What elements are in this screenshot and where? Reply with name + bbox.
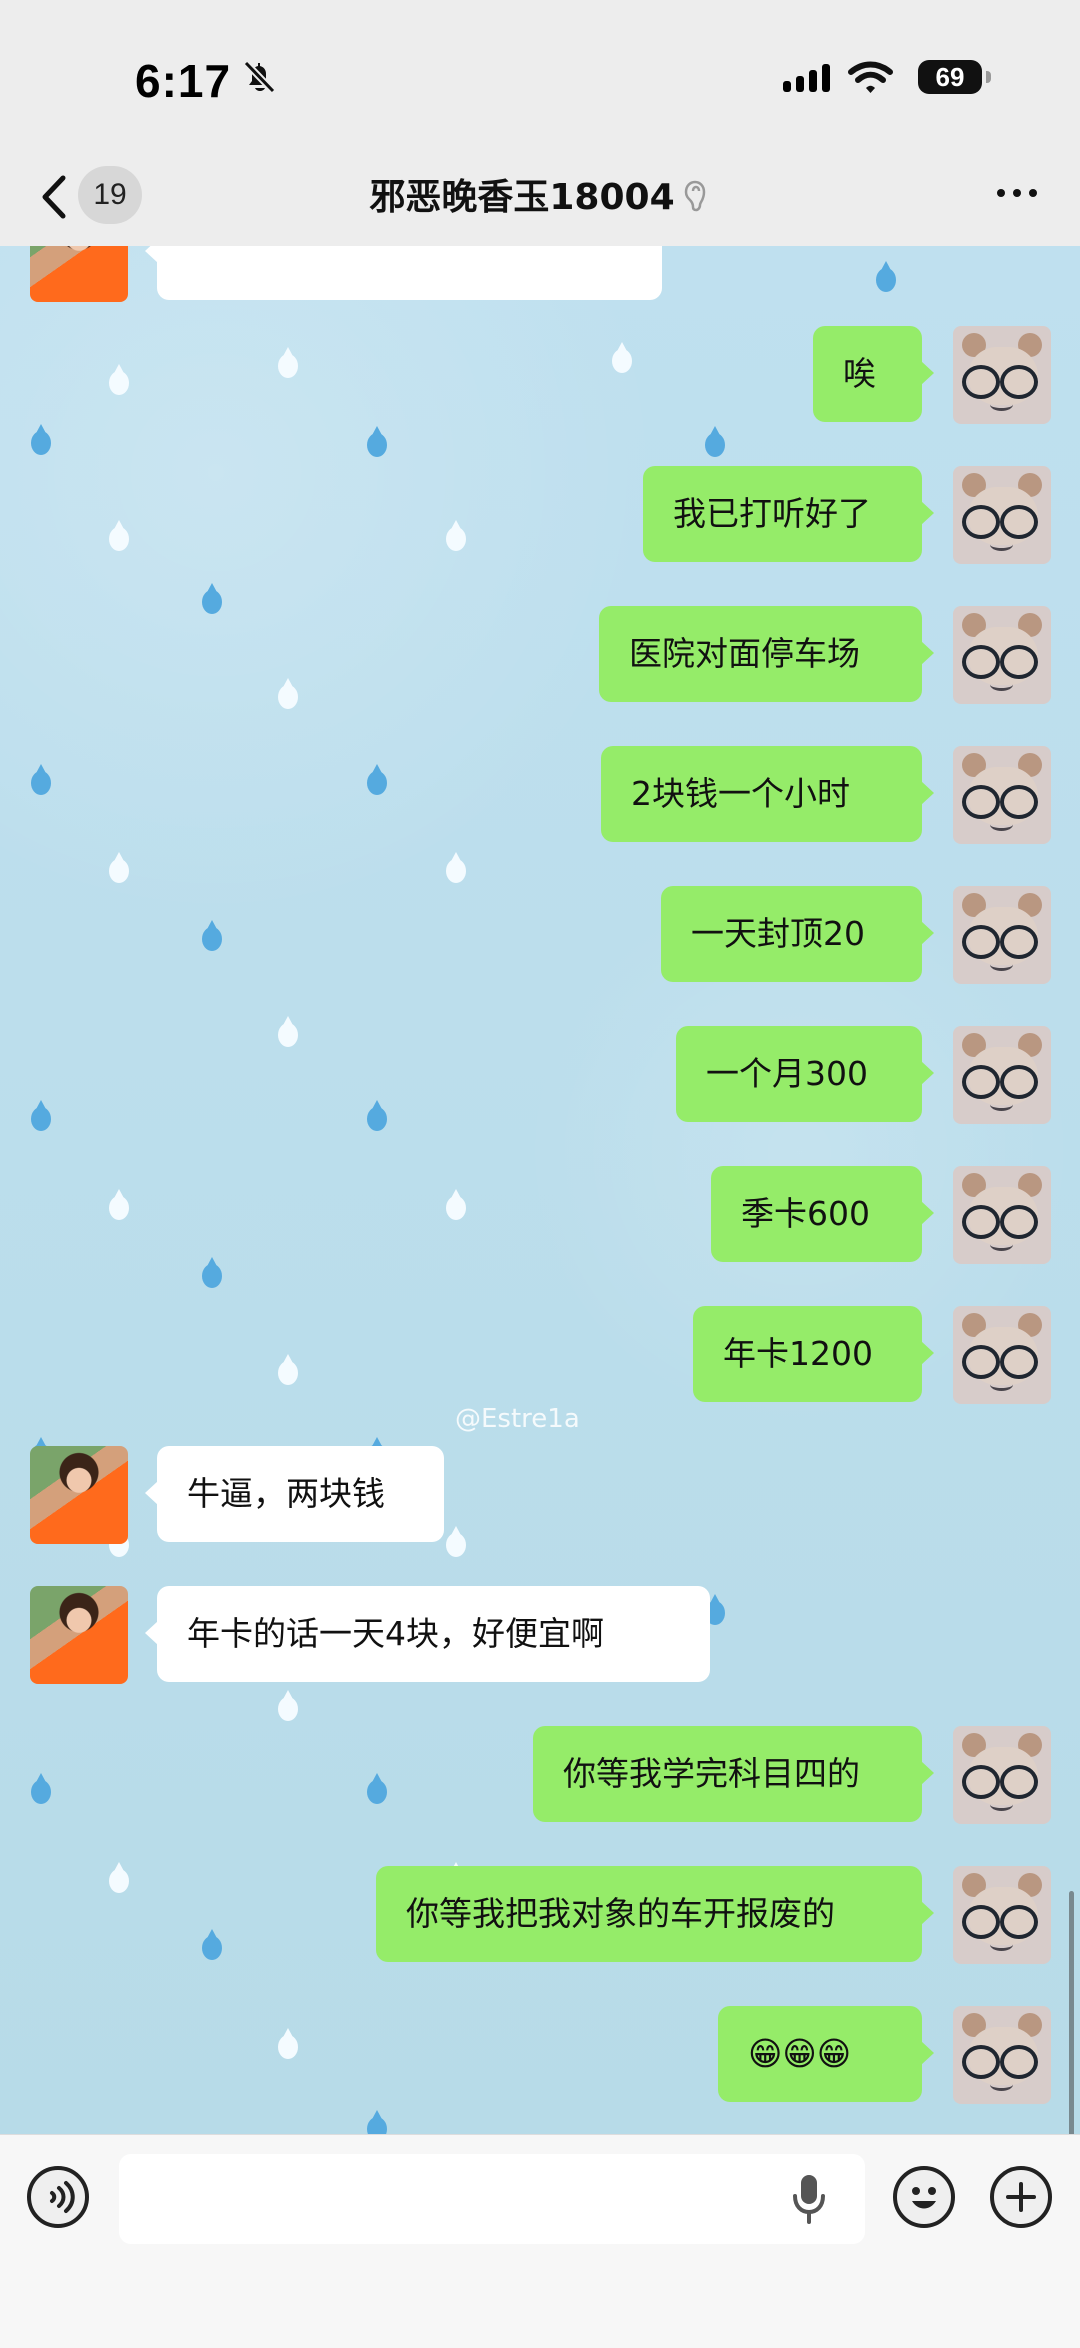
outgoing-message-bubble[interactable]: 😁😁😁	[718, 2006, 934, 2102]
outgoing-message-bubble[interactable]: 医院对面停车场	[599, 606, 934, 702]
incoming-message-bubble[interactable]: 年卡的话一天4块，好便宜啊	[145, 1586, 710, 1682]
status-time: 6:17	[135, 55, 232, 107]
outgoing-message-bubble[interactable]: 一个月300	[676, 1026, 934, 1122]
muted-bell-icon	[243, 60, 276, 94]
emoji-button[interactable]	[893, 2166, 955, 2228]
plus-icon	[1006, 2182, 1036, 2212]
voice-icon	[50, 2181, 75, 2213]
wallpaper-raindrop	[365, 764, 389, 798]
wallpaper-raindrop	[365, 426, 389, 460]
wallpaper-raindrop	[107, 852, 131, 886]
message-input[interactable]	[119, 2154, 865, 2244]
my-avatar[interactable]	[953, 466, 1051, 564]
wallpaper-raindrop	[107, 520, 131, 554]
my-avatar[interactable]	[953, 1306, 1051, 1404]
more-icon[interactable]	[996, 188, 1038, 198]
watermark-text: @Estre1a	[455, 1404, 580, 1434]
wallpaper-raindrop	[365, 2110, 389, 2134]
wallpaper-raindrop	[365, 1773, 389, 1807]
more-actions-button[interactable]	[990, 2166, 1052, 2228]
wallpaper-raindrop	[107, 1189, 131, 1223]
incoming-message-bubble[interactable]	[145, 246, 662, 300]
ear-icon	[684, 180, 705, 212]
cellular-signal-icon	[783, 62, 830, 92]
chat-header: 19 邪恶晚香玉18004	[0, 150, 1080, 247]
contact-avatar[interactable]	[30, 246, 128, 302]
wallpaper-raindrop	[29, 1100, 53, 1134]
chat-messages-area[interactable]: @Estre1a 唉 我已打听好了 医院对面停车场 2块钱一个小时 一天封顶20…	[0, 246, 1080, 2134]
wallpaper-raindrop	[276, 1016, 300, 1050]
outgoing-message-bubble[interactable]: 你等我学完科目四的	[533, 1726, 934, 1822]
my-avatar[interactable]	[953, 1166, 1051, 1264]
outgoing-message-bubble[interactable]: 季卡600	[711, 1166, 934, 1262]
wallpaper-raindrop	[703, 426, 727, 460]
wallpaper-raindrop	[200, 920, 224, 954]
my-avatar[interactable]	[953, 2006, 1051, 2104]
my-avatar[interactable]	[953, 1026, 1051, 1124]
outgoing-message-bubble[interactable]: 你等我把我对象的车开报废的	[376, 1866, 934, 1962]
wallpaper-raindrop	[276, 1354, 300, 1388]
incoming-message-bubble[interactable]: 牛逼，两块钱	[145, 1446, 444, 1542]
my-avatar[interactable]	[953, 1726, 1051, 1824]
wallpaper-raindrop	[874, 261, 898, 295]
outgoing-message-bubble[interactable]: 2块钱一个小时	[601, 746, 934, 842]
outgoing-message-bubble[interactable]: 年卡1200	[693, 1306, 934, 1402]
wallpaper-raindrop	[200, 583, 224, 617]
my-avatar[interactable]	[953, 326, 1051, 424]
wallpaper-raindrop	[610, 342, 634, 376]
wallpaper-raindrop	[107, 1862, 131, 1896]
wallpaper-raindrop	[200, 1929, 224, 1963]
wallpaper-raindrop	[444, 520, 468, 554]
wifi-icon	[848, 61, 893, 93]
voice-mode-button[interactable]	[27, 2166, 89, 2228]
wallpaper-raindrop	[365, 1100, 389, 1134]
wallpaper-raindrop	[107, 364, 131, 398]
chat-scrollbar[interactable]	[1069, 1891, 1074, 2134]
wallpaper-raindrop	[276, 678, 300, 712]
wallpaper-raindrop	[200, 1257, 224, 1291]
wallpaper-raindrop	[29, 764, 53, 798]
microphone-icon[interactable]	[790, 2173, 828, 2225]
wallpaper-raindrop	[29, 1773, 53, 1807]
wallpaper-raindrop	[276, 1690, 300, 1724]
contact-avatar[interactable]	[30, 1586, 128, 1684]
emoji-icon	[912, 2187, 936, 2209]
wallpaper-raindrop	[276, 2028, 300, 2062]
wallpaper-raindrop	[444, 1526, 468, 1560]
outgoing-message-bubble[interactable]: 唉	[813, 326, 934, 422]
my-avatar[interactable]	[953, 886, 1051, 984]
outgoing-message-bubble[interactable]: 一天封顶20	[661, 886, 934, 982]
my-avatar[interactable]	[953, 1866, 1051, 1964]
chat-title: 邪恶晚香玉18004	[0, 168, 1080, 220]
status-bar: 6:17 69	[0, 0, 1080, 150]
my-avatar[interactable]	[953, 746, 1051, 844]
outgoing-message-bubble[interactable]: 我已打听好了	[643, 466, 934, 562]
contact-avatar[interactable]	[30, 1446, 128, 1544]
wallpaper-raindrop	[276, 347, 300, 381]
my-avatar[interactable]	[953, 606, 1051, 704]
wallpaper-raindrop	[444, 852, 468, 886]
message-input-bar	[0, 2134, 1080, 2348]
wallpaper-raindrop	[444, 1189, 468, 1223]
chat-title-text: 邪恶晚香玉18004	[369, 177, 675, 218]
wallpaper-raindrop	[29, 424, 53, 458]
battery-indicator: 69	[918, 60, 991, 94]
